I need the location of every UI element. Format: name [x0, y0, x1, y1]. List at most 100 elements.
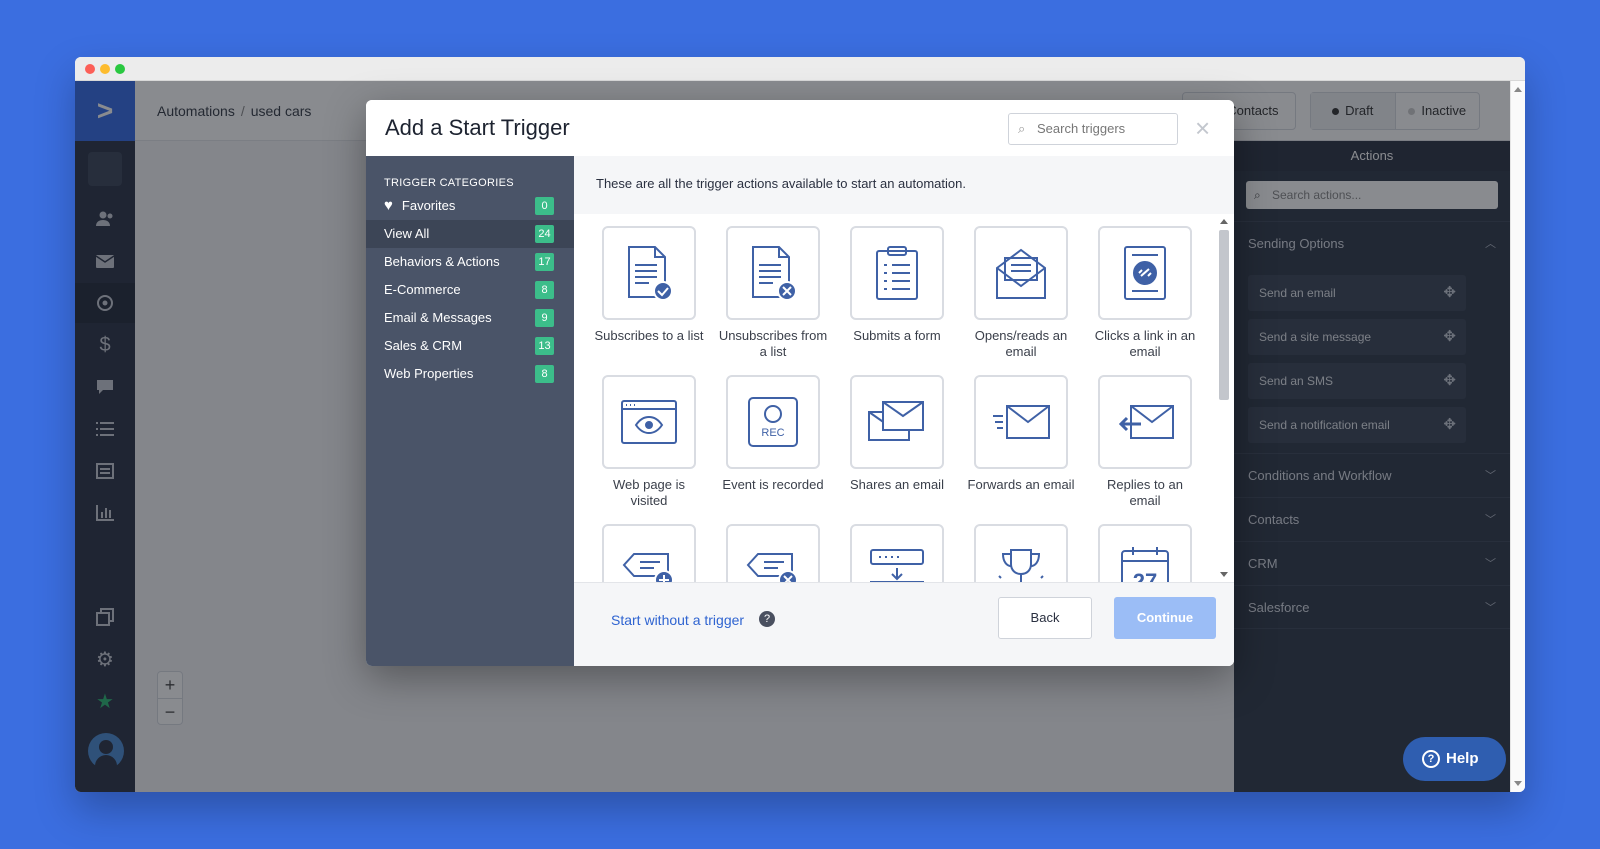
modal-header: Add a Start Trigger ⌕ Search triggers ×	[366, 100, 1234, 156]
category-count-badge: 8	[535, 365, 554, 383]
heart-icon: ♥	[384, 197, 393, 214]
modal-footer: Start without a trigger ? Back Continue	[574, 582, 1234, 666]
modal-title: Add a Start Trigger	[385, 115, 570, 140]
trigger-tile-box	[602, 226, 696, 320]
close-icon[interactable]: ×	[1195, 114, 1210, 142]
trigger-search-placeholder: Search triggers	[1037, 121, 1126, 136]
category-behaviors-actions[interactable]: Behaviors & Actions 17	[366, 248, 574, 276]
scroll-up-arrow-icon[interactable]	[1220, 219, 1228, 224]
start-without-trigger-link[interactable]: Start without a trigger	[611, 612, 744, 628]
trigger-label: Shares an email	[850, 477, 944, 492]
category-email-messages[interactable]: Email & Messages 9	[366, 304, 574, 332]
categories-title: TRIGGER CATEGORIES	[384, 177, 514, 189]
reply-email-icon	[1118, 405, 1174, 439]
trigger-tile-box	[974, 375, 1068, 469]
calendar-icon: 27	[1121, 547, 1169, 582]
trigger-replies-email[interactable]: Replies to an email	[1098, 375, 1192, 509]
forward-email-icon	[993, 405, 1050, 439]
trigger-label: Clicks a link in an email	[1094, 328, 1196, 359]
trigger-tile-box	[850, 375, 944, 469]
trigger-date-based[interactable]: 27	[1098, 524, 1192, 582]
category-count-badge: 8	[535, 281, 554, 299]
trigger-tile-box	[974, 226, 1068, 320]
minimize-window-button[interactable]	[100, 64, 110, 74]
category-label: Behaviors & Actions	[384, 254, 500, 269]
goal-trophy-icon	[998, 549, 1044, 582]
trigger-tile-box	[726, 524, 820, 582]
unsubscribe-icon	[752, 246, 797, 301]
trigger-grid: Subscribes to a list Unsubscribes from a…	[574, 214, 1214, 582]
back-button[interactable]: Back	[998, 597, 1092, 639]
category-sales-crm[interactable]: Sales & CRM 13	[366, 332, 574, 360]
category-ecommerce[interactable]: E-Commerce 8	[366, 276, 574, 304]
trigger-unsubscribes-list[interactable]: Unsubscribes from a list	[719, 226, 827, 360]
event-recorded-icon: REC	[748, 397, 798, 447]
field-changed-icon	[870, 549, 924, 582]
form-icon	[876, 246, 918, 300]
trigger-intro-text: These are all the trigger actions availa…	[574, 156, 1234, 214]
continue-button[interactable]: Continue	[1114, 597, 1216, 639]
trigger-tile-box: REC	[726, 375, 820, 469]
web-page-icon	[621, 400, 677, 444]
trigger-tag-removed[interactable]	[726, 524, 820, 582]
trigger-tile-box	[850, 524, 944, 582]
category-favorites[interactable]: ♥ Favorites 0	[366, 192, 574, 220]
scroll-down-arrow-icon[interactable]	[1220, 572, 1228, 577]
subscribe-icon	[628, 246, 673, 301]
maximize-window-button[interactable]	[115, 64, 125, 74]
window-titlebar	[75, 57, 1525, 81]
scroll-thumb[interactable]	[1219, 230, 1229, 400]
scroll-up-arrow-icon[interactable]	[1514, 87, 1522, 92]
category-count-badge: 0	[535, 197, 554, 215]
tag-added-icon	[622, 553, 674, 582]
help-question-icon: ?	[1422, 750, 1440, 768]
trigger-submits-form[interactable]: Submits a form	[850, 226, 944, 344]
trigger-label: Forwards an email	[967, 477, 1075, 492]
help-button[interactable]: ? Help	[1403, 737, 1506, 781]
trigger-event-recorded[interactable]: REC Event is recorded	[722, 375, 824, 493]
trigger-list-scrollbar[interactable]	[1218, 216, 1230, 580]
category-view-all[interactable]: View All 24	[366, 220, 574, 248]
trigger-tile-box: 27	[1098, 524, 1192, 582]
trigger-label: Submits a form	[853, 328, 941, 343]
svg-text:REC: REC	[761, 427, 784, 439]
link-click-icon	[1124, 246, 1166, 300]
category-web-properties[interactable]: Web Properties 8	[366, 360, 574, 388]
category-count-badge: 24	[535, 225, 554, 243]
trigger-opens-email[interactable]: Opens/reads an email	[974, 226, 1068, 360]
open-email-icon	[996, 248, 1046, 299]
category-label: Sales & CRM	[384, 338, 463, 353]
category-count-badge: 17	[535, 253, 554, 271]
close-window-button[interactable]	[85, 64, 95, 74]
help-label: Help	[1446, 750, 1479, 767]
category-label: Favorites	[401, 198, 456, 213]
tag-removed-icon	[746, 553, 798, 582]
category-label: Web Properties	[384, 366, 474, 381]
trigger-content: These are all the trigger actions availa…	[574, 156, 1234, 666]
category-label: E-Commerce	[384, 282, 461, 297]
trigger-label: Opens/reads an email	[974, 328, 1068, 359]
category-label: View All	[384, 226, 430, 241]
add-start-trigger-modal: Add a Start Trigger ⌕ Search triggers × …	[366, 100, 1234, 666]
trigger-categories: TRIGGER CATEGORIES ♥ Favorites 0 View All…	[366, 156, 574, 666]
trigger-tag-added[interactable]	[602, 524, 696, 582]
trigger-label: Subscribes to a list	[594, 328, 704, 343]
trigger-tile-box	[1098, 375, 1192, 469]
category-label: Email & Messages	[384, 310, 492, 325]
trigger-label: Web page is visited	[612, 477, 686, 508]
help-question-icon[interactable]: ?	[759, 611, 775, 627]
trigger-web-page-visited[interactable]: Web page is visited	[602, 375, 696, 509]
trigger-subscribes-list[interactable]: Subscribes to a list	[594, 226, 704, 344]
trigger-tile-box	[602, 375, 696, 469]
trigger-field-changed[interactable]	[850, 524, 944, 582]
page-scrollbar[interactable]	[1510, 81, 1525, 792]
trigger-shares-email[interactable]: Shares an email	[850, 375, 944, 493]
trigger-tile-box	[974, 524, 1068, 582]
trigger-tile-box	[602, 524, 696, 582]
trigger-goal-achieved[interactable]	[974, 524, 1068, 582]
trigger-label: Event is recorded	[722, 477, 824, 492]
trigger-search-input[interactable]: ⌕ Search triggers	[1008, 113, 1178, 145]
scroll-down-arrow-icon[interactable]	[1514, 781, 1522, 786]
trigger-forwards-email[interactable]: Forwards an email	[968, 375, 1074, 493]
trigger-clicks-link[interactable]: Clicks a link in an email	[1095, 226, 1195, 360]
